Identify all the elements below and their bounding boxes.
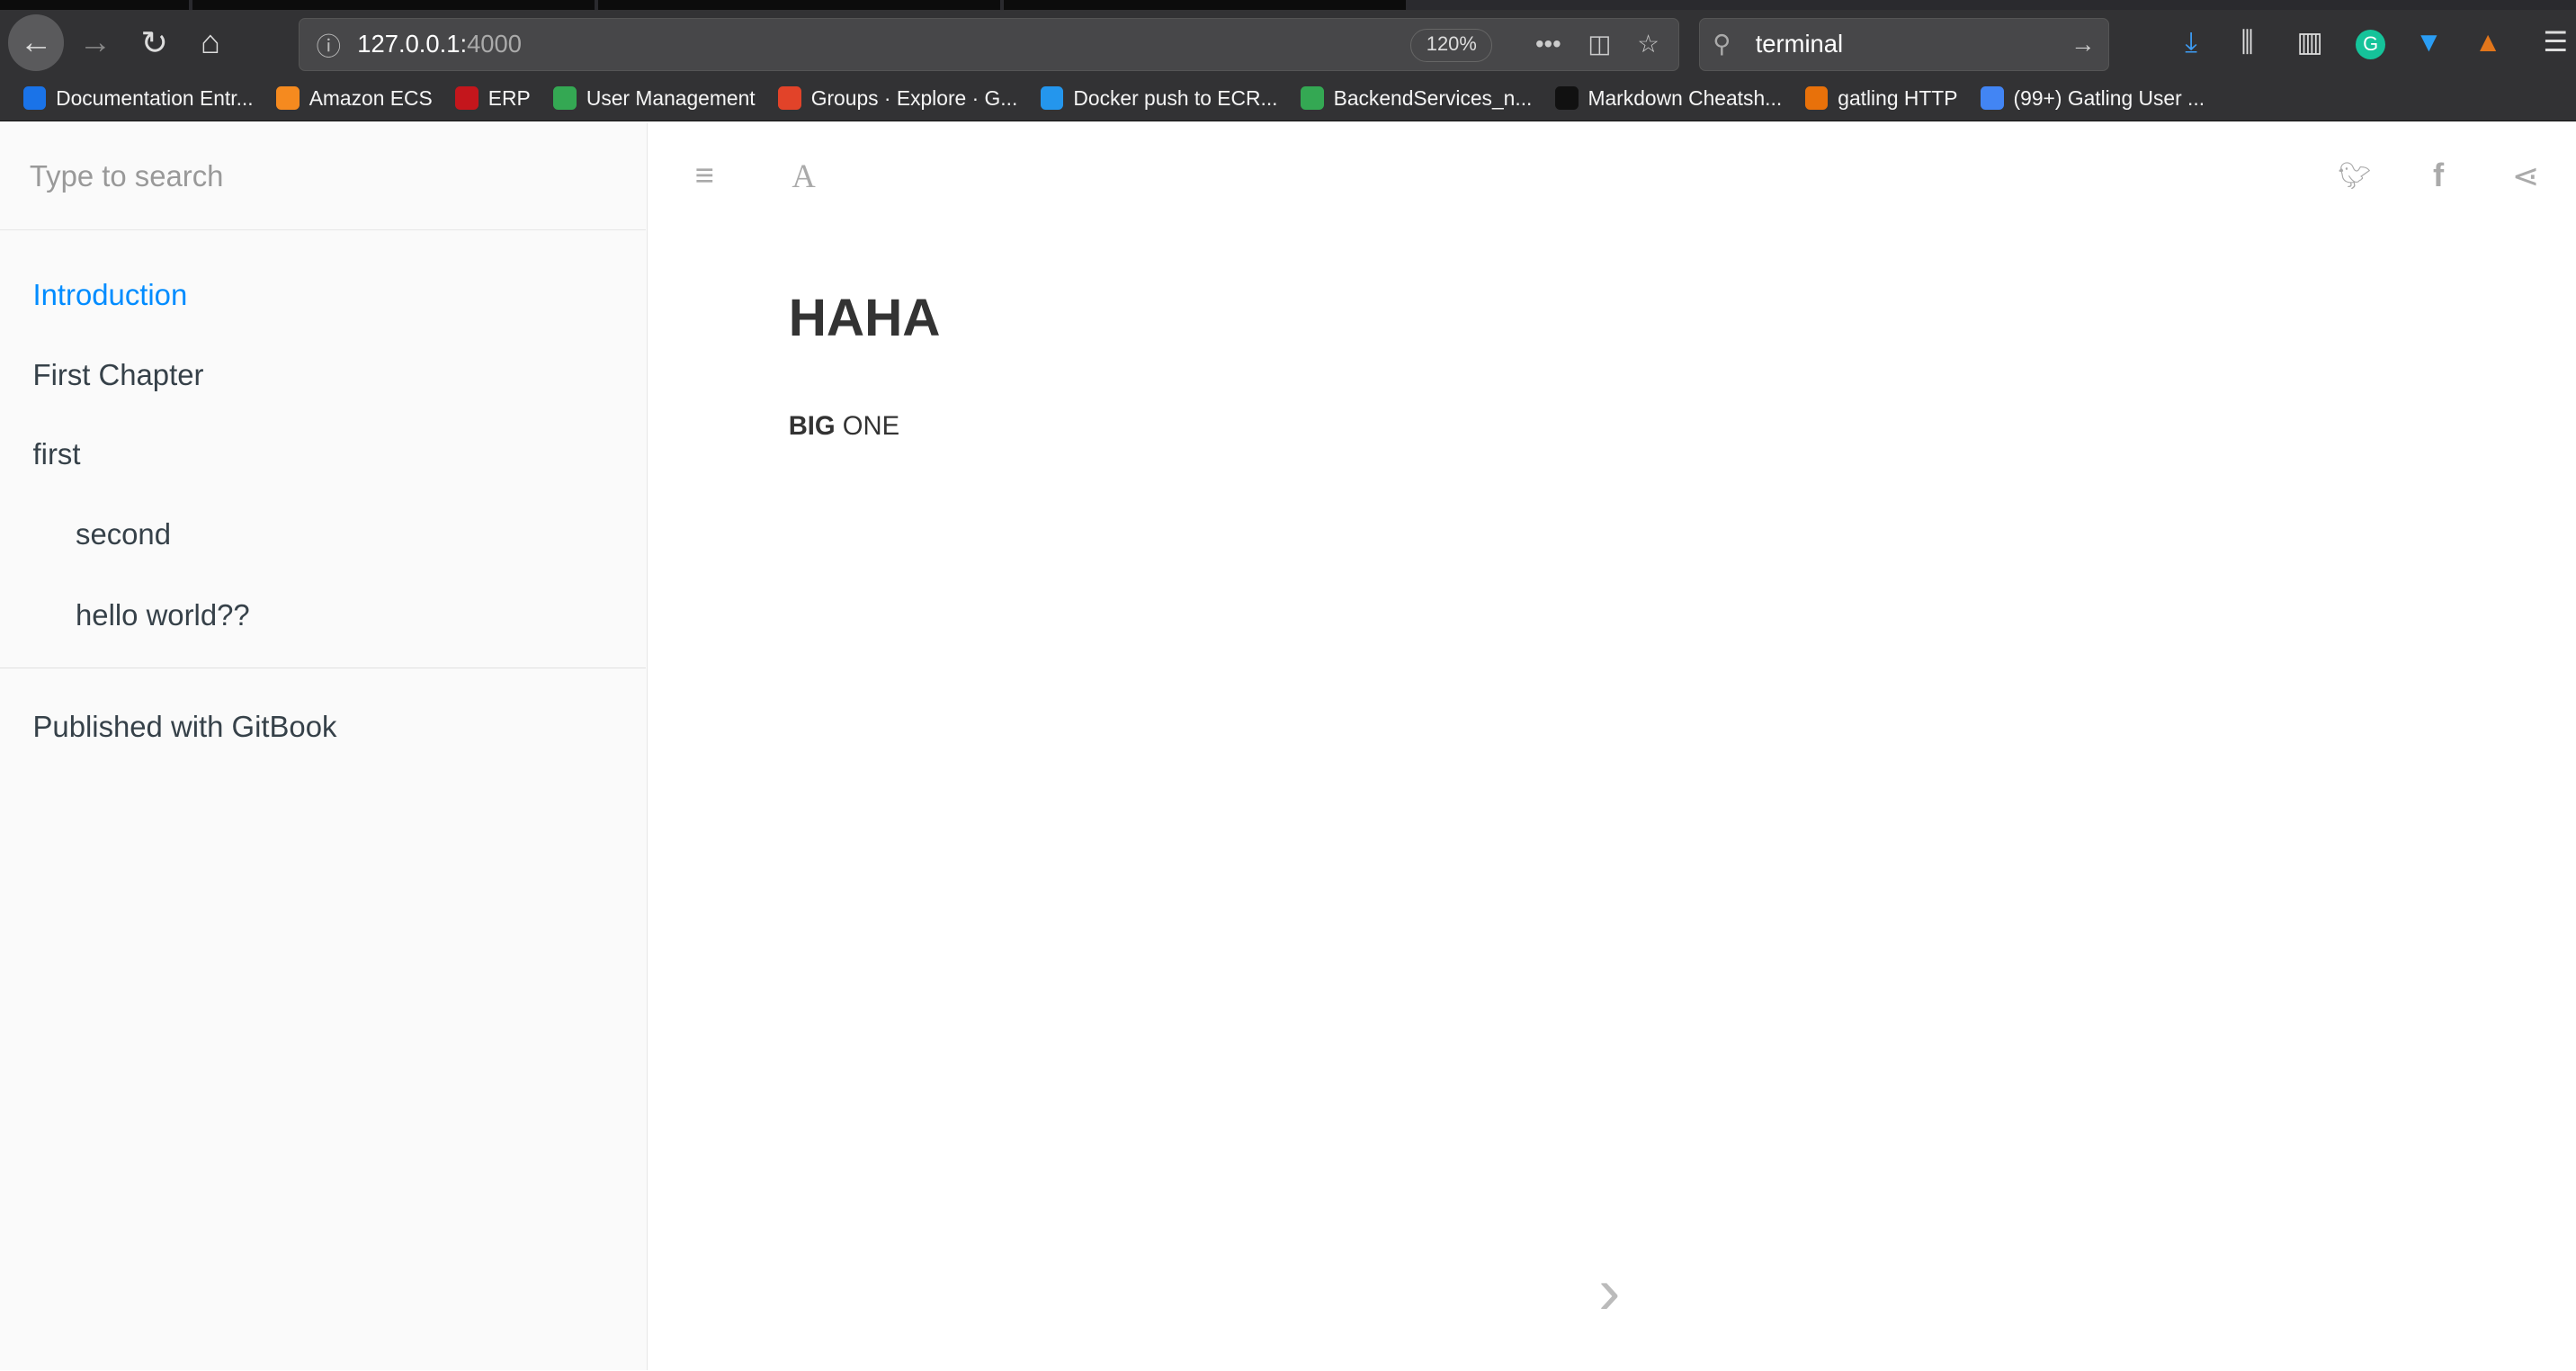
bookmark-item[interactable]: (99+) Gatling User ... bbox=[1981, 86, 2205, 111]
library-icon[interactable]: ⫼ bbox=[2241, 26, 2253, 59]
grammarly-icon[interactable]: G bbox=[2356, 29, 2386, 59]
bookmark-label: Docker push to ECR... bbox=[1073, 85, 1278, 110]
forward-button[interactable]: → bbox=[76, 16, 115, 68]
bookmark-favicon-icon bbox=[1040, 86, 1064, 110]
sidebar: Introduction First Chapter first second … bbox=[0, 122, 648, 1371]
bookmark-label: Documentation Entr... bbox=[56, 85, 254, 110]
sidebar-item-first-chapter[interactable]: First Chapter bbox=[33, 358, 204, 392]
bookmark-favicon-icon bbox=[1301, 86, 1324, 110]
next-page-chevron-icon[interactable]: › bbox=[1598, 1254, 1620, 1329]
search-bar[interactable]: ⚲ terminal → bbox=[1698, 18, 2110, 71]
bookmark-item[interactable]: ERP bbox=[455, 85, 531, 111]
paragraph-text: ONE bbox=[835, 412, 900, 442]
bookmark-favicon-icon bbox=[276, 86, 300, 110]
bookmark-item[interactable]: User Management bbox=[553, 85, 756, 111]
bookmark-label: User Management bbox=[586, 85, 756, 110]
bookmark-item[interactable]: Documentation Entr... bbox=[22, 85, 254, 111]
sidebar-item-first[interactable]: first bbox=[33, 437, 81, 471]
bookmark-favicon-icon bbox=[22, 86, 47, 110]
bookmark-favicon-icon bbox=[455, 86, 479, 110]
bookmark-favicon-icon bbox=[1554, 86, 1579, 110]
address-bar[interactable]: ⓘ 127.0.0.1: 4000 120% ••• ◫ ☆ bbox=[299, 18, 1679, 71]
browser-toolbar: ← → ↻ ⌂ ⓘ 127.0.0.1: 4000 120% ••• ◫ ☆ ⚲ … bbox=[0, 9, 2576, 76]
twitter-icon[interactable]: 🐦︎ bbox=[2338, 161, 2371, 192]
bookmark-item[interactable]: gatling HTTP bbox=[1804, 85, 1958, 111]
sidebar-item-introduction[interactable]: Introduction bbox=[33, 278, 188, 312]
main-content: ≡ A 🐦︎ f ⋖ HAHA BIG ONE › bbox=[648, 122, 2576, 1371]
url-host: 127.0.0.1: bbox=[357, 30, 468, 58]
go-arrow-icon[interactable]: → bbox=[2071, 30, 2095, 58]
pocket-icon[interactable]: ◫ bbox=[1588, 30, 1611, 58]
bookmark-favicon-icon bbox=[1981, 86, 2004, 110]
share-icon[interactable]: ⋖ bbox=[2512, 157, 2540, 195]
bold-text: BIG bbox=[788, 412, 836, 442]
bookmark-item[interactable]: Markdown Cheatsh... bbox=[1554, 85, 1783, 111]
search-icon: ⚲ bbox=[1713, 30, 1731, 58]
bookmark-item[interactable]: Groups · Explore · G... bbox=[778, 86, 1017, 111]
font-settings-icon[interactable]: A bbox=[792, 157, 815, 195]
sidebar-icon[interactable]: ▥ bbox=[2296, 26, 2322, 58]
bookmark-favicon-icon bbox=[553, 86, 577, 110]
published-with-gitbook-link[interactable]: Published with GitBook bbox=[33, 710, 337, 744]
bookmark-label: Amazon ECS bbox=[309, 85, 433, 110]
sidebar-item-second[interactable]: second bbox=[76, 517, 171, 551]
facebook-icon[interactable]: f bbox=[2433, 157, 2444, 194]
bookmark-label: (99+) Gatling User ... bbox=[2013, 85, 2205, 110]
metamask-icon[interactable]: ▲ bbox=[2474, 26, 2502, 58]
bookmark-item[interactable]: Docker push to ECR... bbox=[1040, 85, 1278, 111]
bookmark-label: Markdown Cheatsh... bbox=[1588, 85, 1783, 110]
bookmark-favicon-icon bbox=[778, 86, 801, 110]
search-input[interactable] bbox=[0, 122, 646, 230]
bookmark-label: gatling HTTP bbox=[1838, 85, 1958, 110]
reload-button[interactable]: ↻ bbox=[135, 16, 174, 68]
bookmarks-bar: Documentation Entr... Amazon ECS ERP User M… bbox=[0, 76, 2576, 122]
bookmark-item[interactable]: BackendServices_n... bbox=[1301, 86, 1532, 111]
page-title: HAHA bbox=[788, 288, 941, 347]
toggle-sidebar-icon[interactable]: ≡ bbox=[695, 157, 714, 194]
home-button[interactable]: ⌂ bbox=[191, 16, 230, 68]
bookmark-label: Groups · Explore · G... bbox=[810, 85, 1018, 110]
bookmark-star-icon[interactable]: ☆ bbox=[1637, 30, 1659, 58]
back-button[interactable]: ← bbox=[8, 14, 65, 71]
more-actions-icon[interactable]: ••• bbox=[1535, 30, 1561, 58]
extension-pin-icon[interactable]: ▼ bbox=[2415, 26, 2443, 58]
bookmark-item[interactable]: Amazon ECS bbox=[276, 86, 433, 111]
url-port: 4000 bbox=[467, 30, 522, 58]
info-icon[interactable]: ⓘ bbox=[317, 26, 341, 62]
menu-icon[interactable]: ☰ bbox=[2543, 26, 2568, 58]
sidebar-item-hello-world[interactable]: hello world?? bbox=[76, 598, 250, 632]
zoom-indicator[interactable]: 120% bbox=[1410, 29, 1493, 62]
download-icon[interactable]: ⤓ bbox=[2185, 26, 2197, 59]
search-value: terminal bbox=[1755, 30, 1844, 58]
bookmark-label: ERP bbox=[487, 85, 531, 110]
bookmark-label: BackendServices_n... bbox=[1333, 85, 1533, 110]
page-paragraph: BIG ONE bbox=[789, 412, 899, 442]
bookmark-favicon-icon bbox=[1804, 86, 1829, 110]
